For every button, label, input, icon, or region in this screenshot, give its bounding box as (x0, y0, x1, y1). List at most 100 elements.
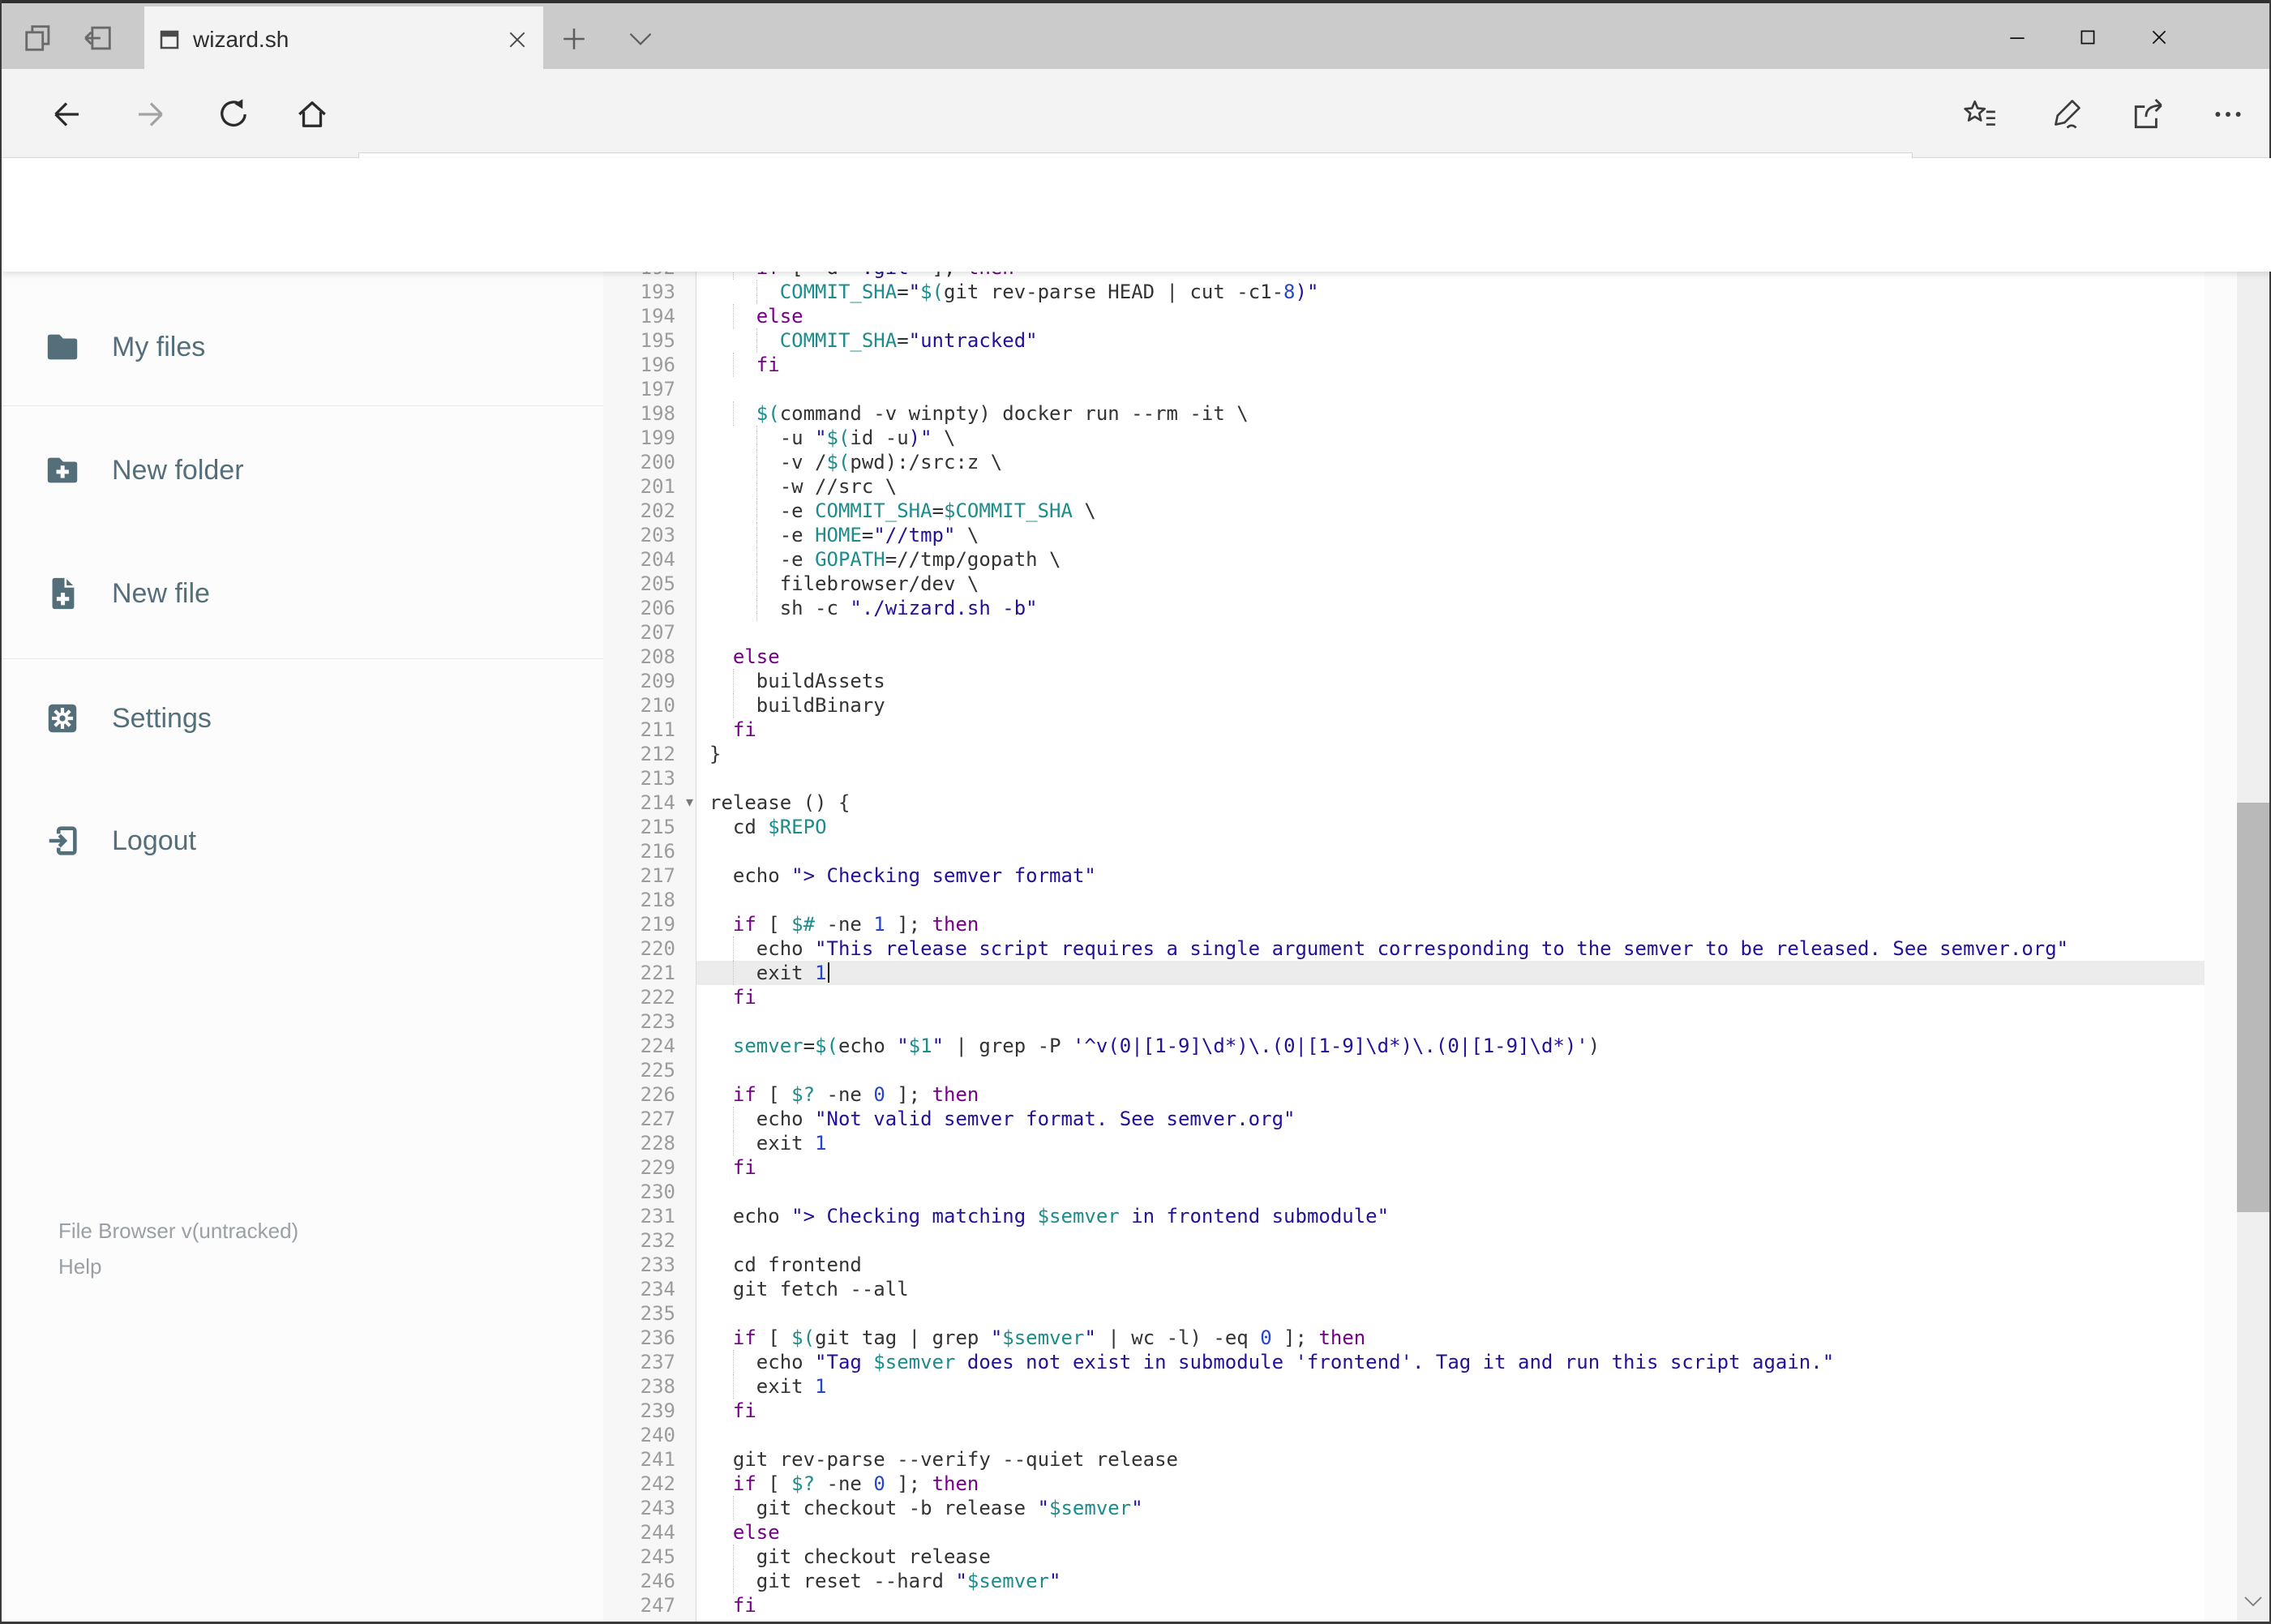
code-editor[interactable]: 192 if [ -d ".git" ]; then193 COMMIT_SHA… (603, 272, 2237, 1624)
code-line[interactable] (696, 620, 2237, 645)
editor-row[interactable]: 218 (603, 888, 2237, 912)
code-line[interactable]: } (696, 742, 2237, 766)
editor-row[interactable]: 226 if [ $? -ne 0 ]; then (603, 1082, 2237, 1107)
editor-row[interactable]: 204 -e GOPATH=//tmp/gopath \ (603, 547, 2237, 572)
editor-row[interactable]: 227 echo "Not valid semver format. See s… (603, 1107, 2237, 1131)
code-line[interactable] (696, 1058, 2237, 1082)
editor-row[interactable]: 236 if [ $(git tag | grep "$semver" | wc… (603, 1326, 2237, 1350)
code-line[interactable]: fi (696, 1593, 2237, 1618)
editor-row[interactable]: 233 cd frontend (603, 1253, 2237, 1277)
editor-row[interactable]: 231 echo "> Checking matching $semver in… (603, 1204, 2237, 1228)
editor-row[interactable]: 201 -w //src \ (603, 474, 2237, 499)
editor-row[interactable]: 207 (603, 620, 2237, 645)
editor-row[interactable]: 213 (603, 766, 2237, 791)
editor-row[interactable]: 199 -u "$(id -u)" \ (603, 426, 2237, 450)
editor-row[interactable]: 208 else (603, 645, 2237, 669)
editor-row[interactable]: 210 buildBinary (603, 693, 2237, 718)
code-line[interactable]: fi (696, 985, 2237, 1009)
code-line[interactable]: release () { (696, 791, 2237, 815)
code-line[interactable]: exit 1 (696, 1131, 2237, 1155)
editor-row[interactable]: 235 (603, 1301, 2237, 1326)
sidebar-item-new-file[interactable]: New file (2, 549, 603, 638)
code-line[interactable] (696, 1423, 2237, 1447)
code-line[interactable]: -v /$(pwd):/src:z \ (696, 450, 2237, 474)
code-lines[interactable]: 192 if [ -d ".git" ]; then193 COMMIT_SHA… (603, 272, 2237, 1618)
editor-row[interactable]: 197 (603, 377, 2237, 401)
code-line[interactable]: echo "This release script requires a sin… (696, 936, 2237, 961)
scrollbar-thumb[interactable] (2237, 803, 2269, 1212)
code-line[interactable]: $(command -v winpty) docker run --rm -it… (696, 401, 2237, 426)
editor-row[interactable]: 209 buildAssets (603, 669, 2237, 693)
code-line[interactable]: if [ $# -ne 1 ]; then (696, 912, 2237, 936)
code-line[interactable]: COMMIT_SHA="untracked" (696, 328, 2237, 353)
home-button[interactable] (281, 84, 343, 145)
editor-row[interactable]: 242 if [ $? -ne 0 ]; then (603, 1472, 2237, 1496)
editor-row[interactable]: 217 echo "> Checking semver format" (603, 863, 2237, 888)
code-line[interactable]: COMMIT_SHA="$(git rev-parse HEAD | cut -… (696, 280, 2237, 304)
editor-row[interactable]: 211 fi (603, 718, 2237, 742)
editor-row[interactable]: 243 git checkout -b release "$semver" (603, 1496, 2237, 1520)
editor-row[interactable]: 195 COMMIT_SHA="untracked" (603, 328, 2237, 353)
sidebar-item-my-files[interactable]: My files (2, 302, 603, 392)
code-line[interactable]: filebrowser/dev \ (696, 572, 2237, 596)
editor-row[interactable]: 229 fi (603, 1155, 2237, 1180)
editor-row[interactable]: 214 ▾ release () { (603, 791, 2237, 815)
editor-row[interactable]: 205 filebrowser/dev \ (603, 572, 2237, 596)
code-line[interactable]: -u "$(id -u)" \ (696, 426, 2237, 450)
editor-row[interactable]: 239 fi (603, 1399, 2237, 1423)
help-link[interactable]: Help (58, 1254, 101, 1279)
editor-row[interactable]: 215 cd $REPO (603, 815, 2237, 839)
code-line[interactable]: cd $REPO (696, 815, 2237, 839)
scrollbar-down-button[interactable] (2237, 1585, 2269, 1618)
editor-row[interactable]: 237 echo "Tag $semver does not exist in … (603, 1350, 2237, 1374)
sidebar-item-logout[interactable]: Logout (2, 796, 603, 885)
code-line[interactable]: exit 1 (696, 961, 2237, 985)
close-window-button[interactable] (2112, 3, 2206, 71)
code-line[interactable]: echo "> Checking matching $semver in fro… (696, 1204, 2237, 1228)
code-line[interactable] (696, 839, 2237, 863)
code-line[interactable]: git reset --hard "$semver" (696, 1569, 2237, 1593)
code-line[interactable]: echo "Tag $semver does not exist in subm… (696, 1350, 2237, 1374)
back-button[interactable] (36, 84, 97, 145)
code-line[interactable] (696, 888, 2237, 912)
editor-row[interactable]: 234 git fetch --all (603, 1277, 2237, 1301)
editor-row[interactable]: 247 fi (603, 1593, 2237, 1618)
editor-row[interactable]: 244 else (603, 1520, 2237, 1545)
code-line[interactable]: git checkout release (696, 1545, 2237, 1569)
code-line[interactable]: -e COMMIT_SHA=$COMMIT_SHA \ (696, 499, 2237, 523)
editor-row[interactable]: 228 exit 1 (603, 1131, 2237, 1155)
code-line[interactable]: echo "Not valid semver format. See semve… (696, 1107, 2237, 1131)
tab-close-button[interactable] (499, 22, 535, 58)
code-line[interactable]: fi (696, 1155, 2237, 1180)
editor-row[interactable]: 196 fi (603, 353, 2237, 377)
forward-button[interactable] (120, 84, 182, 145)
editor-row[interactable]: 194 else (603, 304, 2237, 328)
code-line[interactable] (696, 1180, 2237, 1204)
code-line[interactable]: else (696, 1520, 2237, 1545)
fold-arrow-icon[interactable]: ▾ (686, 791, 693, 815)
code-line[interactable] (696, 1301, 2237, 1326)
web-note-button[interactable] (2033, 84, 2098, 145)
more-options-button[interactable] (2196, 84, 2260, 145)
editor-row[interactable]: 193 COMMIT_SHA="$(git rev-parse HEAD | c… (603, 280, 2237, 304)
editor-row[interactable]: 212} (603, 742, 2237, 766)
sidebar-item-new-folder[interactable]: New folder (2, 426, 603, 515)
code-line[interactable]: if [ $? -ne 0 ]; then (696, 1082, 2237, 1107)
code-line[interactable]: -w //src \ (696, 474, 2237, 499)
share-button[interactable] (2116, 84, 2181, 145)
code-line[interactable]: else (696, 304, 2237, 328)
code-line[interactable]: git rev-parse --verify --quiet release (696, 1447, 2237, 1472)
editor-row[interactable]: 240 (603, 1423, 2237, 1447)
sidebar-item-settings[interactable]: Settings (2, 674, 603, 763)
editor-row[interactable]: 245 git checkout release (603, 1545, 2237, 1569)
code-line[interactable] (696, 766, 2237, 791)
code-line[interactable]: fi (696, 718, 2237, 742)
editor-row[interactable]: 203 -e HOME="//tmp" \ (603, 523, 2237, 547)
editor-row[interactable]: 221 exit 1 (603, 961, 2237, 985)
code-line[interactable]: sh -c "./wizard.sh -b" (696, 596, 2237, 620)
editor-row[interactable]: 198 $(command -v winpty) docker run --rm… (603, 401, 2237, 426)
new-tab-button[interactable] (553, 18, 595, 60)
code-line[interactable]: buildAssets (696, 669, 2237, 693)
code-line[interactable] (696, 1228, 2237, 1253)
editor-row[interactable]: 224 semver=$(echo "$1" | grep -P '^v(0|[… (603, 1034, 2237, 1058)
